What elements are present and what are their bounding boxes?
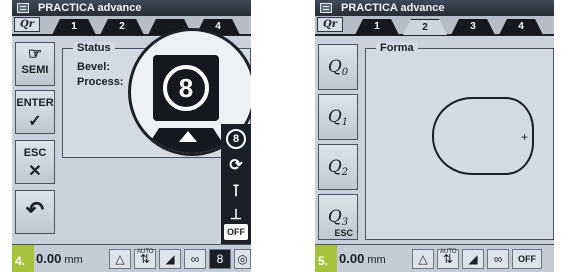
- hand-pointer-icon: ☞: [27, 46, 43, 63]
- measure-unit: mm: [367, 254, 386, 266]
- bevel-8-option[interactable]: 8: [224, 127, 248, 151]
- off-button[interactable]: OFF: [512, 249, 542, 269]
- close-icon: ✕: [28, 163, 42, 180]
- bevel-shape-icon[interactable]: △: [412, 249, 434, 269]
- menu-icon[interactable]: [320, 3, 332, 13]
- polish-icon[interactable]: ◢: [159, 249, 181, 269]
- rotate-icon[interactable]: ⟳: [224, 154, 248, 178]
- zoomed-value: 8: [163, 65, 209, 111]
- measure-readout: 0.00 mm: [339, 251, 386, 266]
- glasses-icon[interactable]: ∞: [487, 249, 509, 269]
- process-label: Process:: [77, 76, 124, 88]
- polish-icon[interactable]: ◢: [462, 249, 484, 269]
- drill-hole-icon[interactable]: ◎: [234, 249, 251, 269]
- measure-value: 0.00: [339, 251, 365, 266]
- bottom-status-bar: 4. 0.00 mm △ AUTO ⇅ ◢ ∞ 8 ◎: [12, 244, 251, 272]
- q2-button[interactable]: Q2: [318, 144, 358, 190]
- auto-bevel-icon[interactable]: AUTO ⇅: [134, 249, 156, 269]
- zoomed-bevel-button: 8: [153, 55, 219, 121]
- q0-sub: 0: [341, 67, 349, 78]
- q1-sub: 1: [341, 117, 349, 128]
- measure-value: 0.00: [36, 251, 62, 266]
- figure-number: 4.: [12, 245, 34, 272]
- lens-shape-outline: [432, 97, 534, 175]
- tab-2[interactable]: 2: [100, 19, 144, 35]
- q0-button[interactable]: Q0: [318, 44, 358, 90]
- tab-3[interactable]: 3: [451, 19, 495, 35]
- back-arrow-icon: ↶: [25, 197, 45, 222]
- q3-sub: 3: [341, 217, 349, 228]
- enter-button[interactable]: ENTER ✓: [15, 90, 55, 134]
- off-button[interactable]: OFF: [224, 224, 248, 240]
- bevel-shape-icon[interactable]: △: [109, 249, 131, 269]
- q2-main: Q: [327, 157, 342, 177]
- up-arrow-icon: [179, 131, 197, 142]
- tab-2[interactable]: 2: [403, 19, 447, 35]
- tab-1[interactable]: 1: [52, 19, 96, 35]
- q2-sub: 2: [341, 167, 349, 178]
- semi-label: SEMI: [21, 64, 49, 76]
- active-bevel-value: 8: [216, 252, 224, 266]
- bevel-8-icon[interactable]: 8: [209, 249, 231, 269]
- q0-main: Q: [327, 57, 342, 77]
- bevel-8-value: 8: [226, 129, 246, 149]
- screen-step-5: PRACTICA advance Qr 1 2 3 4 Q0 Q1 Q2 Q3 …: [315, 0, 554, 272]
- auto-bevel-icon[interactable]: AUTO ⇅: [437, 249, 459, 269]
- screen-step-4: PRACTICA advance Qr 1 2 4 ☞ SEMI ENTER ✓…: [12, 0, 251, 272]
- tab-1[interactable]: 1: [355, 19, 399, 35]
- bevel-options-column: 8 ⟳ ⊺ ⊥ OFF: [221, 124, 251, 250]
- q3-main: Q: [327, 207, 342, 227]
- q1-main: Q: [327, 107, 342, 127]
- window-titlebar: PRACTICA advance: [12, 0, 251, 16]
- auto-label: AUTO: [440, 249, 457, 255]
- q3-esc-label: ESC: [334, 228, 353, 238]
- bottom-status-bar: 5. 0.00 mm △ AUTO ⇅ ◢ ∞ OFF: [315, 244, 554, 272]
- figure-number: 5.: [315, 245, 337, 272]
- measure-unit: mm: [64, 254, 83, 266]
- status-panel-title: Status: [73, 42, 115, 54]
- window-titlebar: PRACTICA advance: [315, 0, 554, 16]
- measure-readout: 0.00 mm: [36, 251, 83, 266]
- drill-icon[interactable]: ⊥: [224, 202, 248, 226]
- bevel-label: Bevel:: [77, 61, 111, 73]
- checkmark-icon: ✓: [28, 113, 42, 130]
- window-title: PRACTICA advance: [341, 2, 445, 14]
- semi-button[interactable]: ☞ SEMI: [15, 42, 55, 86]
- qr-badge[interactable]: Qr: [14, 17, 40, 32]
- window-title: PRACTICA advance: [38, 2, 142, 14]
- menu-icon[interactable]: [17, 3, 29, 13]
- qr-badge[interactable]: Qr: [317, 17, 343, 32]
- q3-esc-button[interactable]: Q3 ESC: [318, 194, 358, 240]
- crosshair-icon: +: [521, 130, 529, 144]
- q1-button[interactable]: Q1: [318, 94, 358, 140]
- forma-panel-title: Forma: [376, 42, 418, 54]
- back-button[interactable]: ↶: [15, 190, 55, 234]
- tab-bar: Qr 1 2 3 4: [315, 16, 554, 36]
- esc-label: ESC: [23, 147, 47, 159]
- tab-4[interactable]: 4: [499, 19, 543, 35]
- goblet-icon[interactable]: ⊺: [224, 180, 248, 204]
- esc-button[interactable]: ESC ✕: [15, 140, 55, 184]
- auto-label: AUTO: [137, 249, 154, 255]
- glasses-icon[interactable]: ∞: [184, 249, 206, 269]
- enter-label: ENTER: [16, 97, 54, 109]
